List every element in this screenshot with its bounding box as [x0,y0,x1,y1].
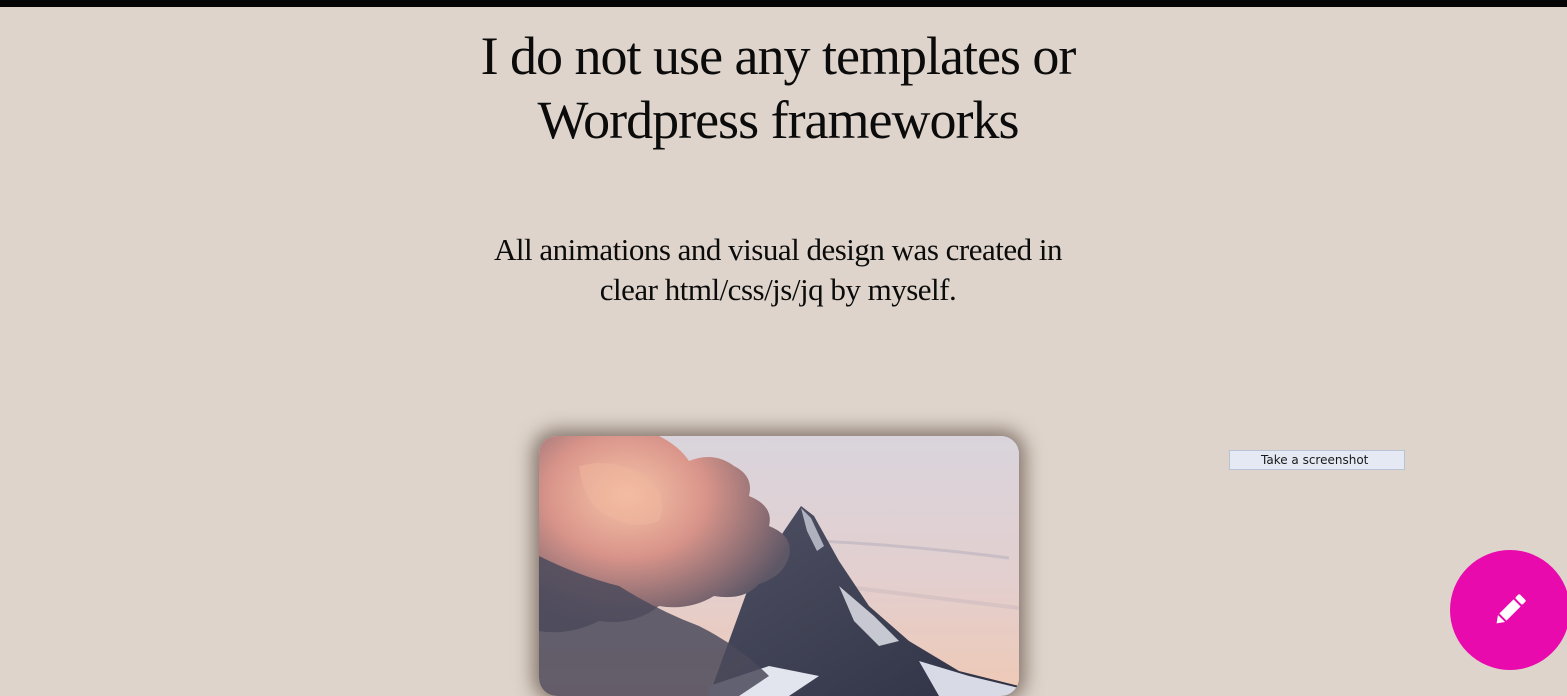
mountain-photo [539,436,1019,696]
headline-line-2: Wordpress frameworks [537,90,1019,150]
subtitle-line-1: All animations and visual design was cre… [494,232,1062,267]
headline-line-1: I do not use any templates or [480,26,1077,86]
take-screenshot-label: Take a screenshot [1261,453,1369,467]
take-screenshot-button[interactable]: Take a screenshot [1229,450,1405,470]
page-headline: I do not use any templates or Wordpress … [440,24,1116,152]
mountain-photo-image [539,436,1019,696]
subtitle-line-2: clear html/css/js/jq by myself. [599,272,957,307]
top-bar [0,0,1567,7]
pencil-icon [1496,594,1526,624]
edit-button[interactable] [1450,550,1567,670]
page-subtitle: All animations and visual design was cre… [460,230,1096,310]
